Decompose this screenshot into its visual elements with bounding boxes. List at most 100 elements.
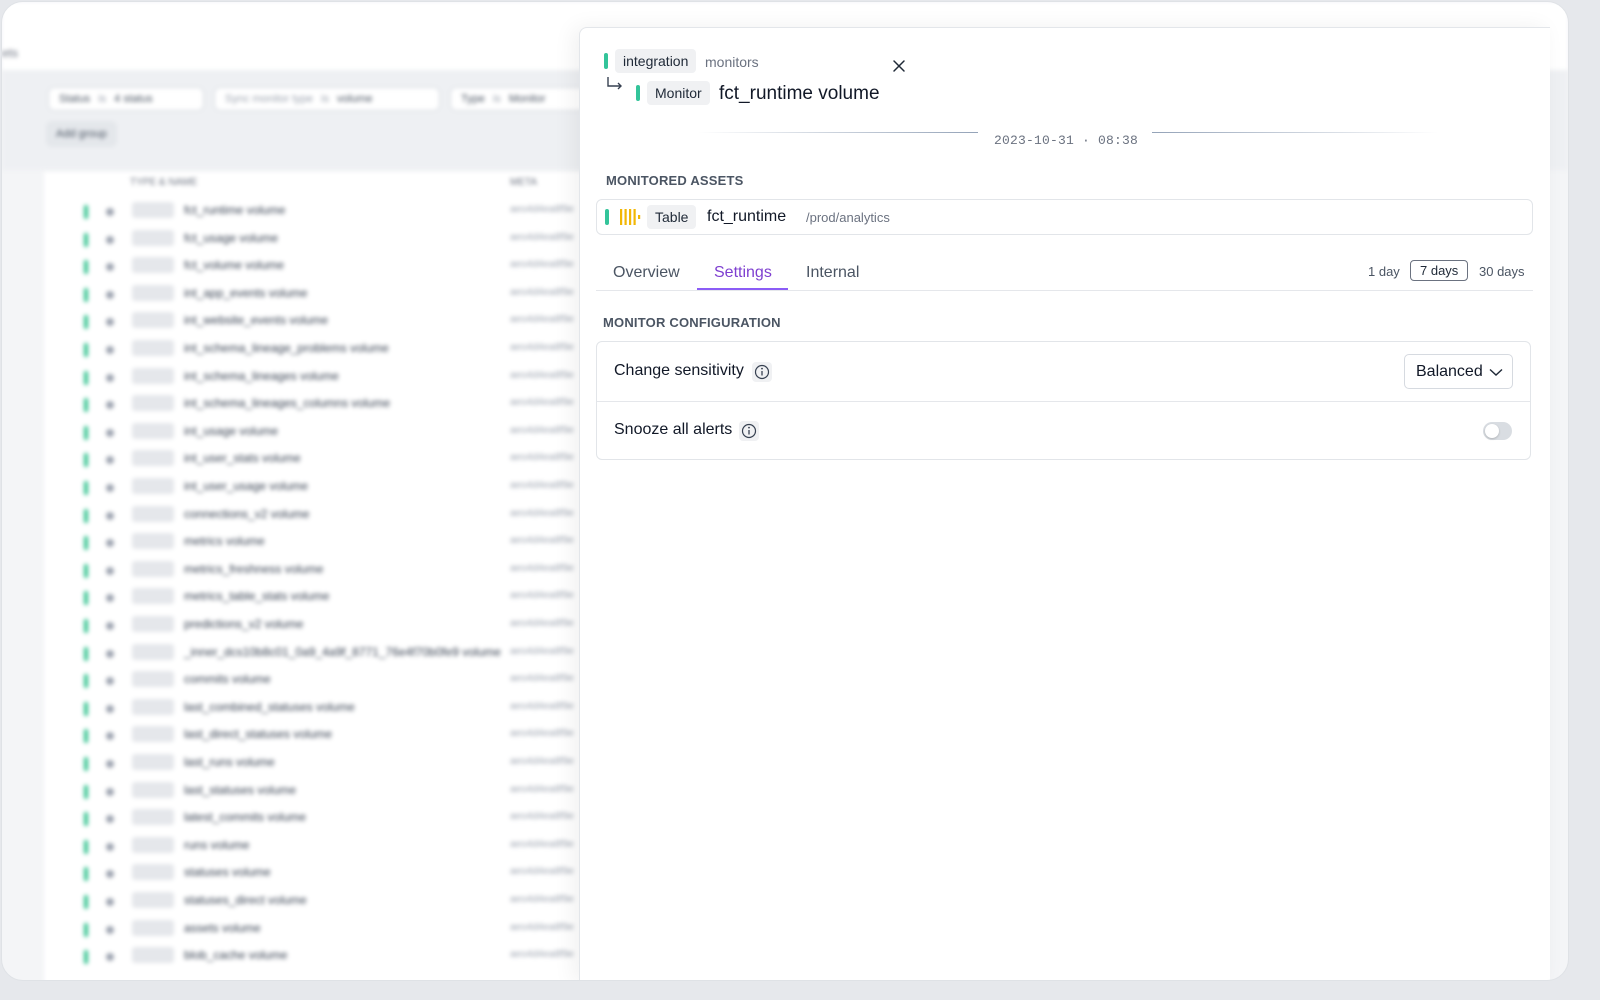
row-meta: aeo4d4ea8f9e: [510, 314, 574, 326]
sensitivity-select[interactable]: Balanced: [1404, 354, 1513, 389]
status-bar: [84, 839, 88, 854]
info-icon[interactable]: [739, 421, 759, 441]
filter-op: is: [492, 93, 501, 105]
asset-name: fct_runtime: [707, 208, 787, 225]
row-meta: aeo4d4ea8f9e: [510, 645, 574, 657]
table-row[interactable]: last_runs volume aeo4d4ea8f9e: [44, 750, 604, 777]
asset-path: /prod/analytics: [806, 210, 890, 225]
status-bar: [84, 950, 88, 965]
status-bar: [84, 646, 88, 661]
snooze-toggle[interactable]: [1483, 422, 1512, 440]
row-name: metrics_table_stats volume: [184, 589, 330, 604]
status-bar: [84, 315, 88, 330]
change-sensitivity-label: Change sensitivity: [614, 362, 744, 379]
type-tag: [132, 864, 174, 881]
table-row[interactable]: fct_runtime volume aeo4d4ea8f9e: [44, 198, 604, 225]
close-button[interactable]: [887, 54, 911, 78]
status-bar: [84, 812, 88, 827]
table-row[interactable]: fct_volume volume aeo4d4ea8f9e: [44, 253, 604, 280]
status-bar: [84, 922, 88, 937]
row-name: int_user_usage volume: [184, 479, 309, 493]
status-bar: [84, 453, 88, 468]
row-name: int_schema_lineage_problems volume: [184, 341, 389, 355]
table-row[interactable]: metrics_freshness volume aeo4d4ea8f9e: [44, 557, 604, 584]
row-meta: aeo4d4ea8f9e: [510, 673, 574, 685]
range-1-day[interactable]: 1 day: [1368, 264, 1400, 279]
table-row[interactable]: metrics volume aeo4d4ea8f9e: [44, 529, 604, 556]
asset-accent: [605, 209, 609, 225]
table-row[interactable]: int_app_events volume aeo4d4ea8f9e: [44, 281, 604, 308]
row-meta: aeo4d4ea8f9e: [510, 342, 574, 353]
row-meta: aeo4d4ea8f9e: [510, 452, 574, 464]
table-row[interactable]: commits volume aeo4d4ea8f9e: [44, 667, 604, 694]
table-row[interactable]: int_user_usage volume aeo4d4ea8f9e: [44, 474, 604, 501]
tab-internal[interactable]: Internal: [806, 264, 859, 282]
status-dot: [106, 318, 114, 327]
table-row[interactable]: latest_commits volume aeo4d4ea8f9e: [44, 805, 604, 832]
status-dot: [106, 842, 114, 851]
info-icon[interactable]: [752, 362, 772, 382]
table-row[interactable]: last_direct_statuses volume aeo4d4ea8f9e: [44, 722, 604, 749]
table-row[interactable]: int_usage volume aeo4d4ea8f9e: [44, 419, 604, 446]
return-arrow-icon: [607, 77, 622, 90]
table-row[interactable]: predictions_v2 volume aeo4d4ea8f9e: [44, 612, 604, 639]
tab-settings[interactable]: Settings: [714, 264, 772, 282]
breadcrumb-monitors-link[interactable]: monitors: [705, 54, 759, 70]
status-dot: [106, 484, 114, 492]
table-row[interactable]: int_schema_lineages volume aeo4d4ea8f9e: [44, 364, 604, 391]
table-row[interactable]: int_schema_lineage_problems volume aeo4d4…: [44, 336, 604, 363]
filter-chip-type[interactable]: Type is Monitor: [450, 87, 600, 111]
table-header: TYPE & NAME META: [44, 172, 604, 194]
monitor-detail-drawer: integration monitors Monitor fct_runtime…: [579, 27, 1550, 980]
status-dot: [106, 704, 114, 713]
status-bar: [84, 895, 88, 909]
status-bar: [84, 563, 88, 578]
table-row[interactable]: int_website_events volume aeo4d4ea8f9e: [44, 308, 604, 335]
table-row[interactable]: statuses_direct volume aeo4d4ea8f9e: [44, 888, 604, 915]
range-30-days[interactable]: 30 days: [1479, 264, 1525, 279]
table-row[interactable]: _inner_dcs10b8c01_0a9_4a9f_8771_76e4f70b…: [44, 640, 604, 667]
row-meta: aeo4d4ea8f9e: [510, 369, 574, 381]
row-meta: aeo4d4ea8f9e: [510, 811, 574, 823]
table-row[interactable]: last_combined_statuses volume aeo4d4ea8f9…: [44, 695, 604, 722]
row-name: int_app_events volume: [184, 285, 308, 300]
status-bar: [84, 425, 88, 440]
table-row[interactable]: last_statuses volume aeo4d4ea8f9e: [44, 778, 604, 805]
table-row[interactable]: connections_v2 volume aeo4d4ea8f9e: [44, 502, 604, 529]
filter-value: volume: [337, 93, 373, 105]
table-row[interactable]: metrics_table_stats volume aeo4d4ea8f9e: [44, 584, 604, 611]
row-name: int_user_stats volume: [184, 451, 301, 466]
table-row[interactable]: runs volume aeo4d4ea8f9e: [44, 833, 604, 860]
row-meta: aeo4d4ea8f9e: [510, 231, 574, 243]
type-tag: [132, 229, 174, 246]
type-tag: [132, 836, 174, 853]
row-name: fct_usage volume: [184, 230, 279, 245]
table-row[interactable]: int_user_stats volume aeo4d4ea8f9e: [44, 446, 604, 473]
filter-chip-sync-type[interactable]: Sync monitor type is volume: [214, 87, 440, 111]
row-meta: aeo4d4ea8f9e: [510, 424, 574, 436]
monitored-asset-row[interactable]: Table fct_runtime /prod/analytics: [596, 199, 1533, 235]
add-group-button[interactable]: Add group: [46, 121, 117, 147]
row-meta: aeo4d4ea8f9e: [510, 756, 574, 767]
row-meta: aeo4d4ea8f9e: [510, 480, 574, 491]
table-row[interactable]: blob_cache volume aeo4d4ea8f9e: [44, 943, 604, 970]
config-divider: [597, 401, 1530, 402]
row-meta: aeo4d4ea8f9e: [510, 397, 574, 409]
row-meta: aeo4d4ea8f9e: [510, 259, 574, 271]
table-row[interactable]: assets volume aeo4d4ea8f9e: [44, 916, 604, 943]
type-tag: [132, 450, 174, 467]
table-row[interactable]: int_schema_lineages_columns volume aeo4d4…: [44, 391, 604, 418]
status-bar: [84, 784, 88, 799]
table-row[interactable]: fct_usage volume aeo4d4ea8f9e: [44, 226, 604, 253]
status-dot: [106, 511, 114, 520]
status-dot: [106, 373, 114, 382]
table-row[interactable]: statuses volume aeo4d4ea8f9e: [44, 860, 604, 887]
filter-op: is: [98, 93, 107, 105]
monitor-tag: Monitor: [647, 81, 710, 105]
row-meta: aeo4d4ea8f9e: [510, 783, 574, 795]
range-7-days[interactable]: 7 days: [1410, 260, 1469, 281]
tab-overview[interactable]: Overview: [613, 264, 680, 282]
monitor-accent: [636, 85, 640, 101]
filter-chip-status[interactable]: Status is 4 status: [48, 87, 204, 111]
app-window: ets Status is 4 status Sync monitor type…: [1, 1, 1569, 981]
